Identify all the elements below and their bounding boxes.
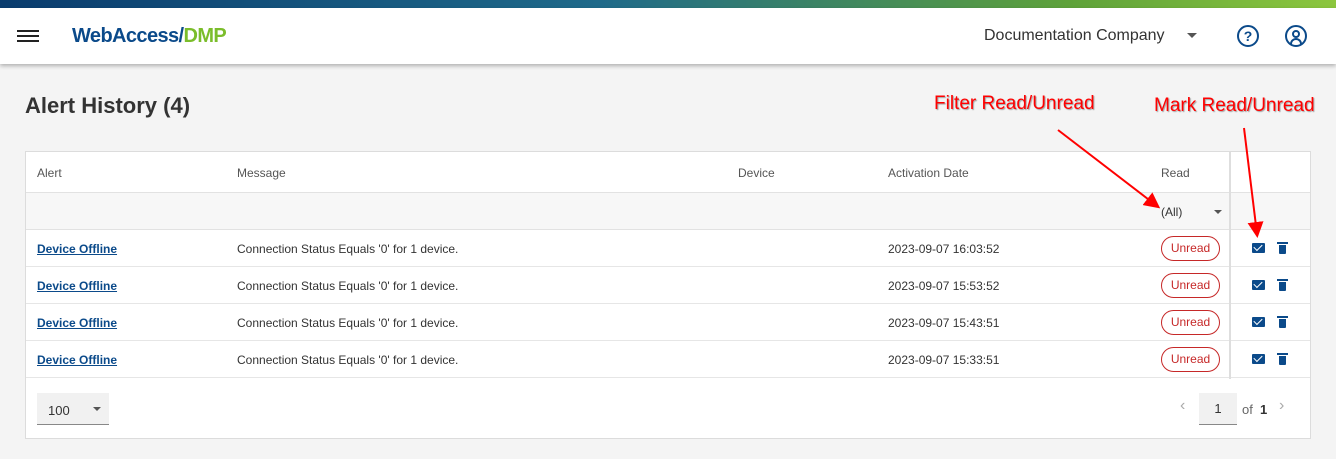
company-selector[interactable]: Documentation Company (984, 27, 1165, 45)
grid-header-row: Alert Message Device Activation Date Rea… (26, 152, 1310, 193)
chevron-down-icon (93, 407, 101, 411)
page-size-value: 100 (48, 403, 70, 418)
table-row: Device Offline Connection Status Equals … (26, 230, 1310, 267)
alert-message: Connection Status Equals '0' for 1 devic… (237, 316, 459, 330)
column-header-alert[interactable]: Alert (37, 166, 62, 180)
brand-logo[interactable]: WebAccess/DMP (72, 25, 227, 48)
help-icon[interactable]: ? (1237, 25, 1259, 47)
status-badge: Unread (1161, 310, 1220, 335)
alert-message: Connection Status Equals '0' for 1 devic… (237, 279, 459, 293)
alert-message: Connection Status Equals '0' for 1 devic… (237, 242, 459, 256)
read-filter-select[interactable]: (All) (1161, 205, 1182, 219)
account-icon[interactable] (1285, 25, 1307, 47)
status-badge: Unread (1161, 236, 1220, 261)
hamburger-menu-icon[interactable] (17, 27, 39, 45)
filter-row: (All) (26, 193, 1310, 230)
trash-icon[interactable] (1277, 316, 1288, 328)
top-accent-stripe (0, 0, 1336, 8)
alert-history-grid: Alert Message Device Activation Date Rea… (25, 151, 1311, 439)
column-header-message[interactable]: Message (237, 166, 286, 180)
mark-read-mail-icon[interactable] (1252, 280, 1265, 290)
page-size-select[interactable]: 100 (37, 393, 109, 425)
mark-read-mail-icon[interactable] (1252, 243, 1265, 253)
alert-link[interactable]: Device Offline (37, 279, 117, 293)
alert-link[interactable]: Device Offline (37, 242, 117, 256)
column-header-device[interactable]: Device (738, 166, 775, 180)
trash-icon[interactable] (1277, 279, 1288, 291)
activation-date: 2023-09-07 15:33:51 (888, 353, 1000, 367)
pager: 100 ‹ of 1 › (26, 379, 1310, 439)
table-row: Device Offline Connection Status Equals … (26, 341, 1310, 378)
table-row: Device Offline Connection Status Equals … (26, 304, 1310, 341)
mark-read-mail-icon[interactable] (1252, 317, 1265, 327)
page-title: Alert History (4) (25, 93, 191, 118)
chevron-right-icon[interactable]: › (1279, 398, 1289, 414)
activation-date: 2023-09-07 16:03:52 (888, 242, 1000, 256)
total-pages: 1 (1260, 402, 1268, 417)
chevron-down-icon[interactable] (1187, 33, 1197, 38)
mark-read-mail-icon[interactable] (1252, 354, 1265, 364)
alert-link[interactable]: Device Offline (37, 353, 117, 367)
activation-date: 2023-09-07 15:43:51 (888, 316, 1000, 330)
annotation-mark: Mark Read/Unread (1154, 95, 1315, 116)
column-divider (1229, 152, 1231, 379)
annotation-filter: Filter Read/Unread (934, 93, 1095, 114)
activation-date: 2023-09-07 15:53:52 (888, 279, 1000, 293)
status-badge: Unread (1161, 347, 1220, 372)
column-header-activation-date[interactable]: Activation Date (888, 166, 969, 180)
status-badge: Unread (1161, 273, 1220, 298)
brand-logo-part1: WebAccess/ (72, 25, 184, 47)
alert-message: Connection Status Equals '0' for 1 devic… (237, 353, 459, 367)
chevron-left-icon[interactable]: ‹ (1180, 398, 1190, 414)
table-row: Device Offline Connection Status Equals … (26, 267, 1310, 304)
page-number-input[interactable] (1199, 393, 1237, 425)
page-of-label: of (1242, 402, 1253, 417)
brand-logo-part2: DMP (183, 25, 227, 47)
column-header-read[interactable]: Read (1161, 166, 1190, 180)
trash-icon[interactable] (1277, 353, 1288, 365)
alert-link[interactable]: Device Offline (37, 316, 117, 330)
app-bar: WebAccess/DMP Documentation Company ? (0, 8, 1336, 64)
trash-icon[interactable] (1277, 242, 1288, 254)
read-filter-chevron-icon[interactable] (1214, 210, 1222, 214)
